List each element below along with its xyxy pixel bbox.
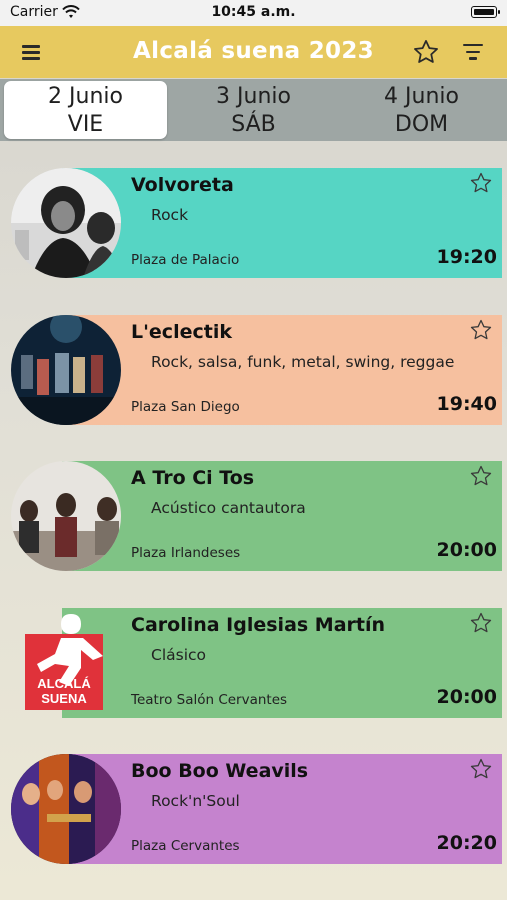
event-card[interactable]: Volvoreta Rock Plaza de Palacio 19:20 [0, 168, 507, 280]
event-name: Boo Boo Weavils [131, 760, 309, 782]
event-photo [11, 168, 121, 278]
event-venue: Plaza de Palacio [131, 252, 240, 268]
tab-date: 4 Junio [384, 84, 459, 109]
nav-bar: Alcalá suena 2023 [0, 26, 507, 78]
event-time: 19:20 [436, 246, 497, 268]
alcala-suena-logo: ALCALÁ SUENA [11, 608, 121, 718]
tab-day-1[interactable]: 2 Junio VIE [4, 81, 167, 139]
event-genre: Rock, salsa, funk, metal, swing, reggae [151, 353, 455, 371]
event-genre: Acústico cantautora [151, 499, 306, 517]
tab-day-3[interactable]: 4 Junio DOM [340, 81, 503, 139]
event-card[interactable]: L'eclectik Rock, salsa, funk, metal, swi… [0, 315, 507, 427]
status-bar: Carrier 10:45 a.m. [0, 0, 507, 26]
event-name: Carolina Iglesias Martín [131, 614, 386, 636]
svg-text:SUENA: SUENA [41, 691, 87, 706]
event-photo [11, 461, 121, 571]
tab-weekday: SÁB [231, 112, 276, 137]
event-genre: Rock [151, 206, 189, 224]
event-time: 20:00 [436, 686, 497, 708]
event-venue: Plaza Irlandeses [131, 545, 241, 561]
event-photo [11, 754, 121, 864]
tab-day-2[interactable]: 3 Junio SÁB [172, 81, 335, 139]
favorites-star-icon[interactable] [412, 38, 440, 66]
event-card[interactable]: ALCALÁ SUENA Carolina Iglesias Martín Cl… [0, 608, 507, 720]
day-tabs: 2 Junio VIE 3 Junio SÁB 4 Junio DOM [0, 79, 507, 141]
event-name: A Tro Ci Tos [131, 467, 255, 489]
event-name: Volvoreta [131, 174, 234, 196]
tab-weekday: DOM [394, 112, 449, 137]
event-time: 20:00 [436, 539, 497, 561]
favorite-star-icon[interactable] [469, 171, 493, 195]
event-genre: Clásico [151, 646, 207, 664]
event-venue: Plaza San Diego [131, 399, 240, 415]
event-venue: Plaza Cervantes [131, 838, 240, 854]
tab-date: 3 Junio [216, 84, 291, 109]
status-time: 10:45 a.m. [211, 4, 296, 20]
favorite-star-icon[interactable] [469, 464, 493, 488]
event-time: 19:40 [436, 393, 497, 415]
event-photo [11, 315, 121, 425]
battery-icon [471, 6, 500, 18]
event-name: L'eclectik [131, 321, 232, 343]
favorite-star-icon[interactable] [469, 611, 493, 635]
tab-weekday: VIE [67, 112, 104, 137]
filter-icon[interactable] [462, 44, 484, 62]
svg-text:ALCALÁ: ALCALÁ [37, 676, 91, 691]
favorite-star-icon[interactable] [469, 757, 493, 781]
favorite-star-icon[interactable] [469, 318, 493, 342]
event-time: 20:20 [436, 832, 497, 854]
event-card[interactable]: Boo Boo Weavils Rock'n'Soul Plaza Cervan… [0, 754, 507, 866]
event-card[interactable]: A Tro Ci Tos Acústico cantautora Plaza I… [0, 461, 507, 573]
event-venue: Teatro Salón Cervantes [131, 692, 288, 708]
event-genre: Rock'n'Soul [151, 792, 240, 810]
tab-date: 2 Junio [48, 84, 123, 109]
